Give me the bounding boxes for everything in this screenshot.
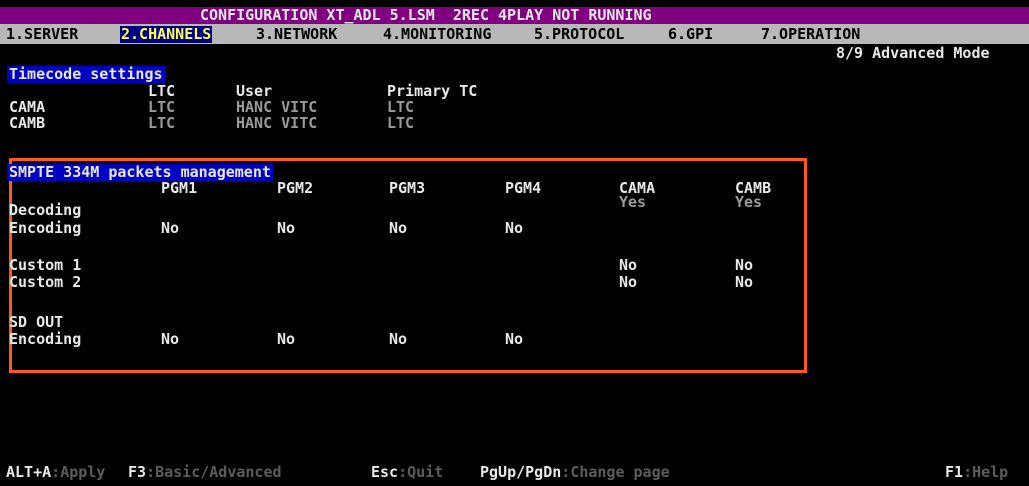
page-indicator: 8/9 Advanced Mode <box>836 44 990 62</box>
sdout-pgm4-value[interactable]: No <box>505 331 523 348</box>
decoding-cama-value[interactable]: Yes <box>619 194 646 211</box>
custom1-label: Custom 1 <box>9 256 82 274</box>
tc-primary-value[interactable]: LTC <box>387 115 414 132</box>
smpte-header-pgm4: PGM4 <box>505 179 542 197</box>
tc-row-label: CAMB <box>9 114 46 132</box>
encoding-pgm2-value[interactable]: No <box>277 220 295 237</box>
custom1-cama-value[interactable]: No <box>619 257 637 274</box>
shortcut-quit[interactable]: Esc:Quit <box>371 464 443 481</box>
shortcut-help[interactable]: F1:Help <box>945 464 1008 481</box>
shortcut-basic-advanced[interactable]: F3:Basic/Advanced <box>128 464 282 481</box>
smpte-header-pgm3: PGM3 <box>389 179 426 197</box>
custom1-camb-value[interactable]: No <box>735 257 753 274</box>
custom2-camb-value[interactable]: No <box>735 274 753 291</box>
smpte-header-pgm1: PGM1 <box>161 179 198 197</box>
tab-network[interactable]: 3.NETWORK <box>256 26 337 43</box>
encoding-pgm3-value[interactable]: No <box>389 220 407 237</box>
sdout-label: SD OUT <box>9 313 64 331</box>
sdout-encoding-label: Encoding <box>9 330 82 348</box>
sdout-pgm2-value[interactable]: No <box>277 331 295 348</box>
sdout-pgm1-value[interactable]: No <box>161 331 179 348</box>
shortcut-change-page[interactable]: PgUp/PgDn:Change page <box>480 464 670 481</box>
tab-server[interactable]: 1.SERVER <box>6 26 78 43</box>
sdout-pgm3-value[interactable]: No <box>389 331 407 348</box>
timecode-section-title: Timecode settings <box>7 65 165 83</box>
tab-channels[interactable]: 2.CHANNELS <box>120 26 213 43</box>
encoding-pgm1-value[interactable]: No <box>161 220 179 237</box>
window-title: CONFIGURATION XT_ADL 5.LSM 2REC 4PLAY NO… <box>200 6 652 24</box>
custom2-cama-value[interactable]: No <box>619 274 637 291</box>
shortcut-apply[interactable]: ALT+A:Apply <box>6 464 105 481</box>
tab-protocol[interactable]: 5.PROTOCOL <box>534 26 624 43</box>
tc-user-value[interactable]: HANC VITC <box>236 115 317 132</box>
tab-operation[interactable]: 7.OPERATION <box>761 26 860 43</box>
tab-gpi[interactable]: 6.GPI <box>668 26 713 43</box>
encoding-pgm4-value[interactable]: No <box>505 220 523 237</box>
custom2-label: Custom 2 <box>9 273 82 291</box>
encoding-label: Encoding <box>9 219 82 237</box>
decoding-label: Decoding <box>9 201 82 219</box>
tab-monitoring[interactable]: 4.MONITORING <box>383 26 491 43</box>
decoding-camb-value[interactable]: Yes <box>735 194 762 211</box>
tc-ltc-value[interactable]: LTC <box>148 115 175 132</box>
smpte-section-title: SMPTE 334M packets management <box>7 163 273 181</box>
smpte-header-pgm2: PGM2 <box>277 179 314 197</box>
